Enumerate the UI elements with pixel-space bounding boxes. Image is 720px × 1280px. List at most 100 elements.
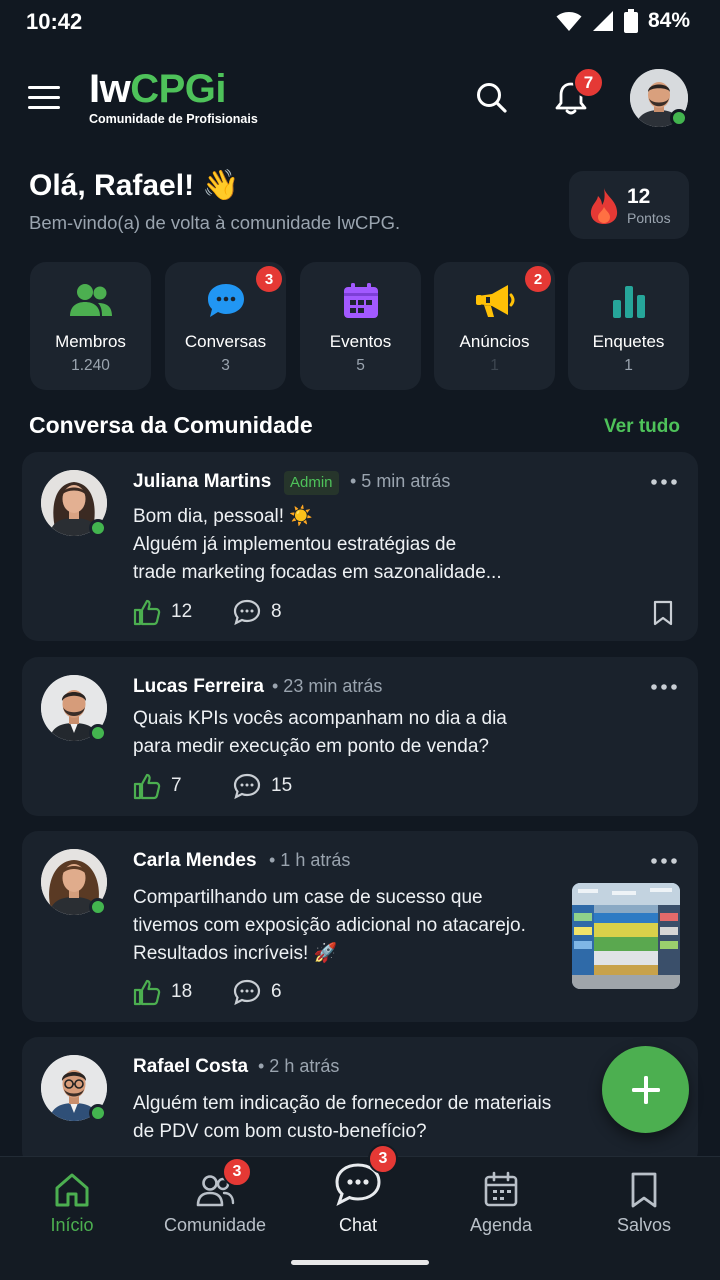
battery-percent: 84% [647,9,690,32]
status-icons: 84% [556,9,690,33]
post-time: • 5 min atrás [350,471,451,491]
post-card[interactable]: Carla Mendes • 1 h atrás Compartilhando … [22,831,698,1022]
like-button[interactable]: 18 [133,978,192,1006]
comment-icon [233,599,261,626]
thumbs-up-icon [133,979,161,1006]
bar-chart-icon [612,286,645,318]
bookmark-icon[interactable] [652,600,674,626]
nav-label: Início [50,1215,94,1235]
post-text-line: para medir execução em ponto de venda? [133,736,489,757]
post-text-line: Alguém já implementou estratégias de [133,534,457,555]
post-author[interactable]: Juliana Martins [133,471,271,493]
quick-card-count: 1.240 [71,357,110,374]
comment-count: 8 [271,601,282,622]
status-bar: 10:42 84% [0,0,720,44]
comment-count: 15 [271,775,293,796]
quick-card-label: Membros [55,332,126,351]
comment-count: 6 [271,981,282,1002]
home-indicator[interactable] [291,1260,429,1265]
post-card[interactable]: Juliana Martins Admin • 5 min atrás Bom … [22,452,698,641]
online-status-dot [89,1104,107,1122]
post-author[interactable]: Carla Mendes [133,850,257,872]
comunidade-badge: 3 [222,1157,252,1187]
like-button[interactable]: 12 [133,598,192,626]
comment-button[interactable]: 6 [233,978,282,1006]
comment-button[interactable]: 8 [233,598,282,626]
search-button[interactable] [474,80,510,116]
post-card[interactable]: Rafael Costa • 2 h atrás Alguém tem indi… [22,1037,698,1167]
people-icon [69,284,112,316]
like-count: 7 [171,775,182,796]
comment-icon [233,979,261,1006]
quick-card-eventos[interactable]: Eventos 5 [300,262,421,390]
nav-label: Salvos [616,1215,672,1235]
post-text-line: de PDV com bom custo-benefício? [133,1121,427,1142]
quick-card-count: 5 [356,357,365,374]
more-icon[interactable] [650,683,678,691]
points-label: Pontos [627,210,671,226]
notification-badge: 7 [573,67,604,98]
anuncios-badge: 2 [525,266,551,292]
online-status-dot [89,519,107,537]
admin-badge: Admin [284,471,339,495]
agenda-icon [484,1171,518,1207]
post-text-line: Alguém tem indicação de fornecedor de ma… [133,1093,552,1114]
online-status-dot [89,724,107,742]
status-time: 10:42 [26,9,83,34]
quick-card-count: 1 [490,357,499,374]
quick-card-enquetes[interactable]: Enquetes 1 [568,262,689,390]
fire-icon [590,188,618,224]
post-card[interactable]: Lucas Ferreira • 23 min atrás Quais KPIs… [22,657,698,816]
quick-card-count: 1 [624,357,633,374]
wifi-icon [556,12,582,31]
thumbs-up-icon [133,599,161,626]
see-all-link[interactable]: Ver tudo [604,416,680,438]
nav-comunidade[interactable]: Comunidade [143,1157,287,1257]
calendar-icon [343,283,378,318]
logo-subtitle: Comunidade de Profisionais [89,112,258,126]
post-author[interactable]: Lucas Ferreira [133,676,264,698]
comment-button[interactable]: 15 [233,772,292,800]
post-text-line: trade marketing focadas em sazonalidade.… [133,562,502,583]
quick-card-count: 3 [221,357,230,374]
points-card[interactable]: 12 Pontos [569,171,689,239]
nav-label: Chat [338,1215,378,1235]
quick-card-label: Conversas [184,332,267,351]
quick-card-label: Anúncios [459,332,530,351]
nav-inicio[interactable]: Início [0,1157,144,1257]
like-count: 18 [171,981,193,1002]
home-icon [55,1173,89,1207]
post-time: • 1 h atrás [269,850,351,870]
quick-card-label: Eventos [329,332,392,351]
post-image-store-display[interactable] [572,883,680,989]
nav-agenda[interactable]: Agenda [429,1157,573,1257]
nav-label: Comunidade [163,1215,267,1235]
points-value: 12 [627,185,651,208]
post-text-line: Resultados incríveis! 🚀 [133,943,338,964]
bookmark-icon [631,1172,657,1208]
post-author[interactable]: Rafael Costa [133,1056,248,1078]
like-count: 12 [171,601,193,622]
nav-chat[interactable]: Chat [286,1157,430,1257]
quick-card-membros[interactable]: Membros 1.240 [30,262,151,390]
greeting-subtitle: Bem-vindo(a) de volta à comunidade IwCPG… [29,212,401,233]
more-icon[interactable] [650,478,678,486]
greeting-title: Olá, Rafael! 👋 [29,169,240,202]
app-logo[interactable]: IwCPGi Comunidade de Profisionais [89,68,258,126]
post-text-line: tivemos com exposição adicional no ataca… [133,915,526,936]
menu-button[interactable] [28,82,62,112]
chat-badge: 3 [368,1144,398,1174]
nav-salvos[interactable]: Salvos [572,1157,716,1257]
new-post-button[interactable] [602,1046,689,1133]
online-status-dot [670,109,688,127]
post-text-line: Bom dia, pessoal! ☀️ [133,506,313,527]
post-text-line: Compartilhando um case de sucesso que [133,887,483,908]
post-text-line: Quais KPIs vocês acompanham no dia a dia [133,708,507,729]
like-button[interactable]: 7 [133,772,182,800]
comment-icon [233,773,261,800]
more-icon[interactable] [650,857,678,865]
post-time: • 23 min atrás [272,676,383,696]
logo-text-green: CPGi [130,67,227,111]
section-title: Conversa da Comunidade [29,412,313,438]
menu-icon [28,86,60,89]
